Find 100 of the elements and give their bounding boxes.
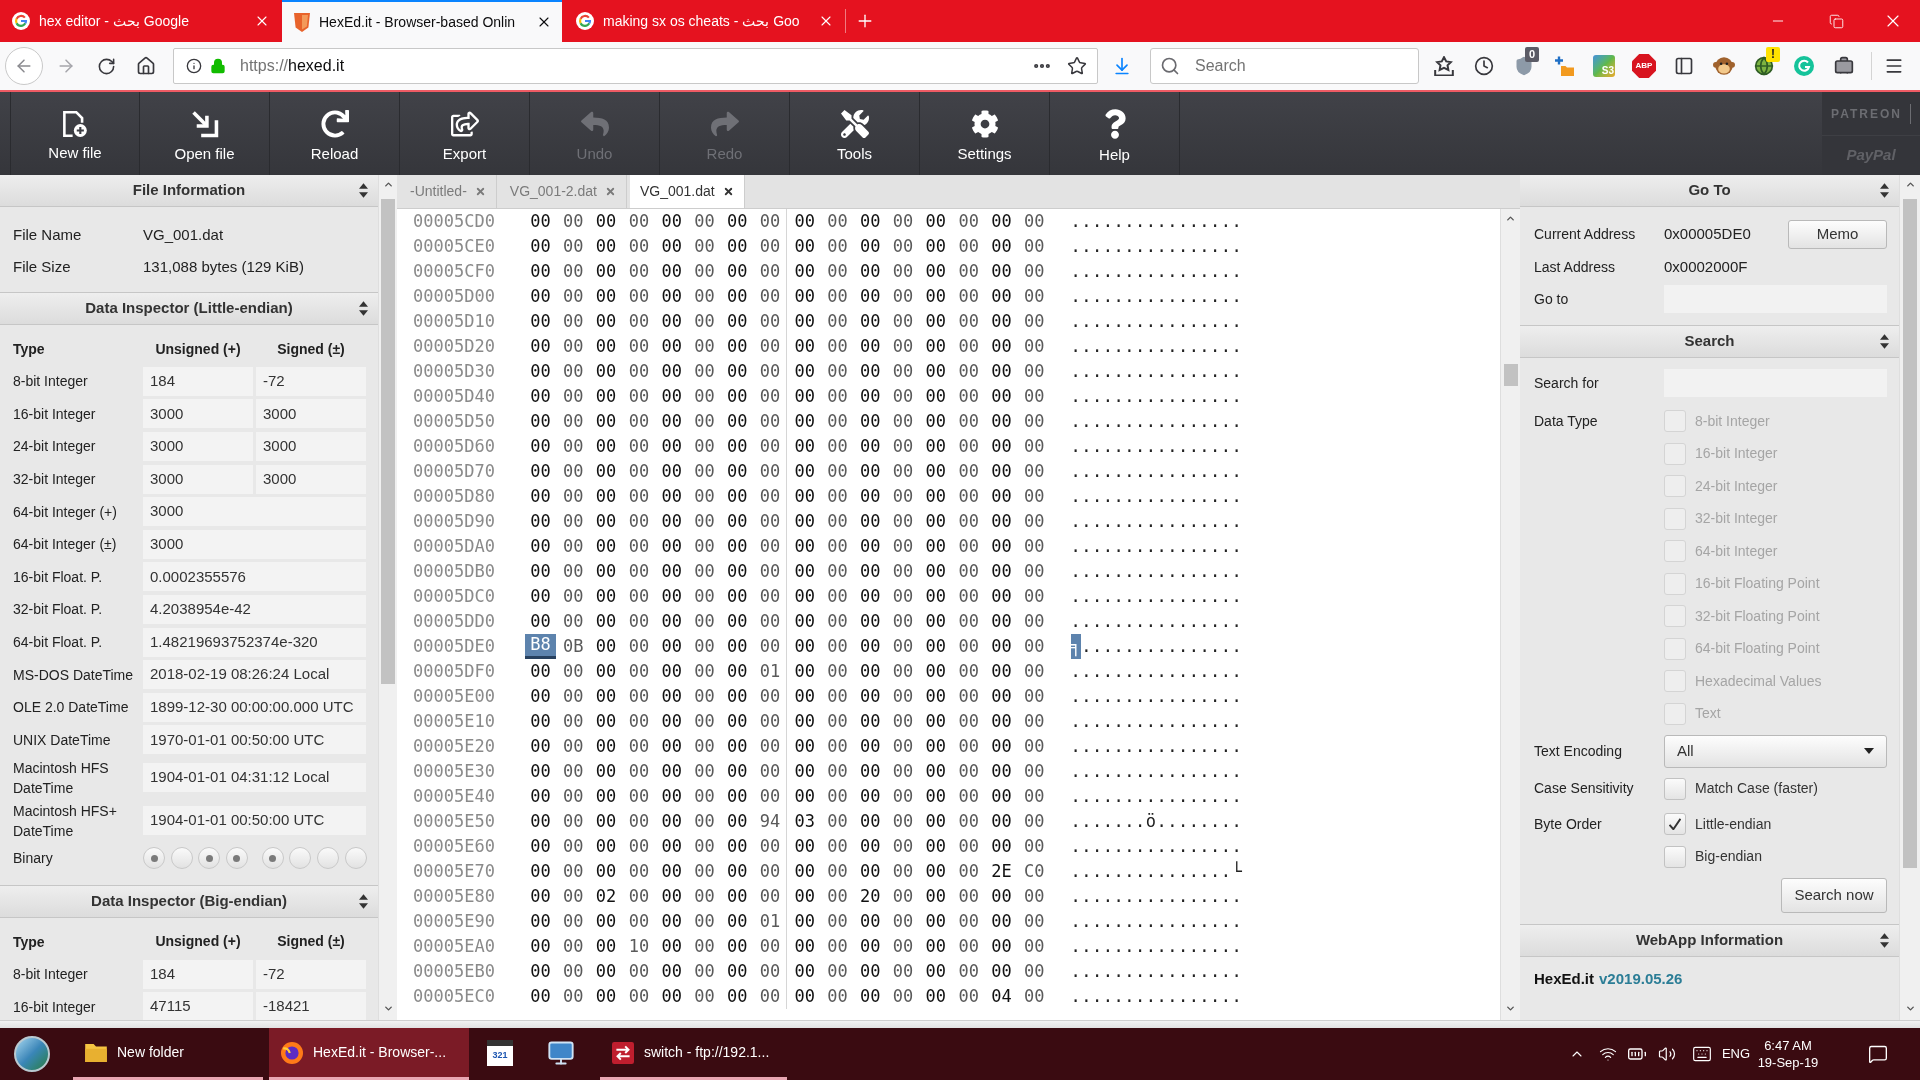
hex-byte[interactable]: 00: [985, 409, 1017, 434]
value-field[interactable]: 3000: [143, 497, 366, 527]
hex-byte[interactable]: 00: [656, 334, 688, 359]
hex-byte[interactable]: 00: [887, 784, 919, 809]
hex-byte[interactable]: 00: [590, 959, 622, 984]
hex-byte[interactable]: 00: [1018, 534, 1050, 559]
hex-byte[interactable]: 00: [985, 884, 1017, 909]
hex-byte[interactable]: 00: [821, 684, 853, 709]
checkbox[interactable]: [1664, 813, 1686, 836]
hex-byte[interactable]: 10: [623, 934, 655, 959]
value-field[interactable]: 4.2038954e-42: [143, 594, 366, 624]
hex-byte[interactable]: 00: [821, 784, 853, 809]
hex-byte[interactable]: 00: [754, 509, 786, 534]
hex-byte[interactable]: 00: [689, 884, 720, 909]
hex-byte[interactable]: 00: [557, 659, 589, 684]
hex-byte[interactable]: 00: [721, 959, 753, 984]
hex-byte[interactable]: 00: [590, 384, 622, 409]
browser-tab[interactable]: HexEd.it - Browser-based Onlin: [282, 0, 562, 42]
hex-byte[interactable]: 00: [656, 259, 688, 284]
hex-byte[interactable]: 00: [656, 459, 688, 484]
hex-byte[interactable]: 00: [920, 784, 952, 809]
hex-byte[interactable]: 00: [754, 884, 786, 909]
hex-byte[interactable]: 00: [789, 734, 821, 759]
hex-byte[interactable]: 00: [953, 684, 985, 709]
hex-byte[interactable]: 00: [821, 384, 853, 409]
hex-byte[interactable]: 00: [689, 659, 720, 684]
hex-byte[interactable]: 00: [1018, 609, 1050, 634]
hex-byte[interactable]: 00: [623, 284, 655, 309]
hex-byte[interactable]: 00: [590, 809, 622, 834]
hex-byte[interactable]: 00: [953, 759, 985, 784]
hex-byte[interactable]: 00: [821, 959, 853, 984]
folder-plus-icon[interactable]: [1554, 56, 1574, 76]
star-icon[interactable]: [1067, 56, 1087, 76]
hex-byte[interactable]: 00: [821, 984, 853, 1009]
hex-byte[interactable]: 00: [953, 834, 985, 859]
value-field[interactable]: 3000: [256, 399, 366, 429]
hex-byte[interactable]: 00: [656, 209, 688, 234]
scrollbar[interactable]: [1899, 175, 1920, 1020]
hex-byte[interactable]: 00: [887, 934, 919, 959]
octagon-sign[interactable]: ABP: [1632, 54, 1656, 78]
hex-byte[interactable]: 00: [689, 634, 720, 659]
hex-byte[interactable]: 00: [887, 484, 919, 509]
hex-byte[interactable]: 00: [754, 984, 786, 1009]
hex-byte[interactable]: 00: [754, 634, 786, 659]
hex-byte[interactable]: 00: [525, 809, 556, 834]
hex-byte[interactable]: 00: [689, 709, 720, 734]
checkbox[interactable]: [1664, 777, 1686, 800]
hex-byte[interactable]: 00: [821, 534, 853, 559]
hex-byte[interactable]: 00: [623, 884, 655, 909]
hex-byte[interactable]: 00: [1018, 934, 1050, 959]
hex-byte[interactable]: 00: [953, 934, 985, 959]
hex-byte[interactable]: 00: [525, 209, 556, 234]
hex-byte[interactable]: 00: [887, 959, 919, 984]
browser-tab[interactable]: hex editor - بحث Google: [0, 0, 280, 42]
hex-byte[interactable]: 00: [754, 834, 786, 859]
hex-byte[interactable]: 00: [590, 709, 622, 734]
hex-byte[interactable]: 00: [920, 909, 952, 934]
hex-byte[interactable]: 00: [525, 234, 556, 259]
hex-byte[interactable]: 00: [525, 559, 556, 584]
hex-byte[interactable]: 00: [656, 909, 688, 934]
hex-byte[interactable]: 00: [1018, 584, 1050, 609]
hex-byte[interactable]: 00: [623, 234, 655, 259]
hex-byte[interactable]: 00: [821, 659, 853, 684]
hex-byte[interactable]: 00: [557, 559, 589, 584]
hex-byte[interactable]: 00: [656, 284, 688, 309]
hex-byte[interactable]: 00: [985, 809, 1017, 834]
hex-byte[interactable]: 00: [754, 459, 786, 484]
hex-byte[interactable]: 00: [557, 409, 589, 434]
hex-byte[interactable]: 00: [920, 384, 952, 409]
hex-byte[interactable]: 00: [656, 659, 688, 684]
hex-byte[interactable]: 00: [590, 784, 622, 809]
hex-byte[interactable]: 00: [887, 834, 919, 859]
hex-byte[interactable]: 00: [953, 509, 985, 534]
hex-byte[interactable]: 00: [689, 259, 720, 284]
search-now-button[interactable]: Search now: [1781, 877, 1887, 913]
hex-byte[interactable]: 00: [887, 984, 919, 1009]
hex-byte[interactable]: 00: [525, 609, 556, 634]
hex-byte[interactable]: 00: [623, 684, 655, 709]
radio-button[interactable]: [261, 847, 284, 870]
hex-byte[interactable]: 00: [1018, 409, 1050, 434]
back-button[interactable]: [5, 47, 43, 85]
hex-byte[interactable]: 00: [887, 609, 919, 634]
hex-byte[interactable]: 00: [887, 634, 919, 659]
hex-byte[interactable]: 00: [953, 234, 985, 259]
hex-byte[interactable]: 00: [821, 884, 853, 909]
hex-byte[interactable]: 00: [590, 234, 622, 259]
hex-byte[interactable]: 00: [689, 784, 720, 809]
hex-byte[interactable]: 00: [789, 309, 821, 334]
hex-byte[interactable]: 00: [689, 559, 720, 584]
hex-byte[interactable]: 00: [920, 534, 952, 559]
hex-byte[interactable]: 00: [920, 684, 952, 709]
radio-button[interactable]: [143, 847, 165, 870]
hex-byte[interactable]: 00: [721, 259, 753, 284]
hex-byte[interactable]: 00: [887, 209, 919, 234]
hex-byte[interactable]: 00: [590, 934, 622, 959]
hex-byte[interactable]: 00: [789, 459, 821, 484]
hex-byte[interactable]: 00: [689, 509, 720, 534]
hex-byte[interactable]: 00: [887, 559, 919, 584]
hex-byte[interactable]: 00: [953, 609, 985, 634]
hex-byte[interactable]: 00: [985, 684, 1017, 709]
